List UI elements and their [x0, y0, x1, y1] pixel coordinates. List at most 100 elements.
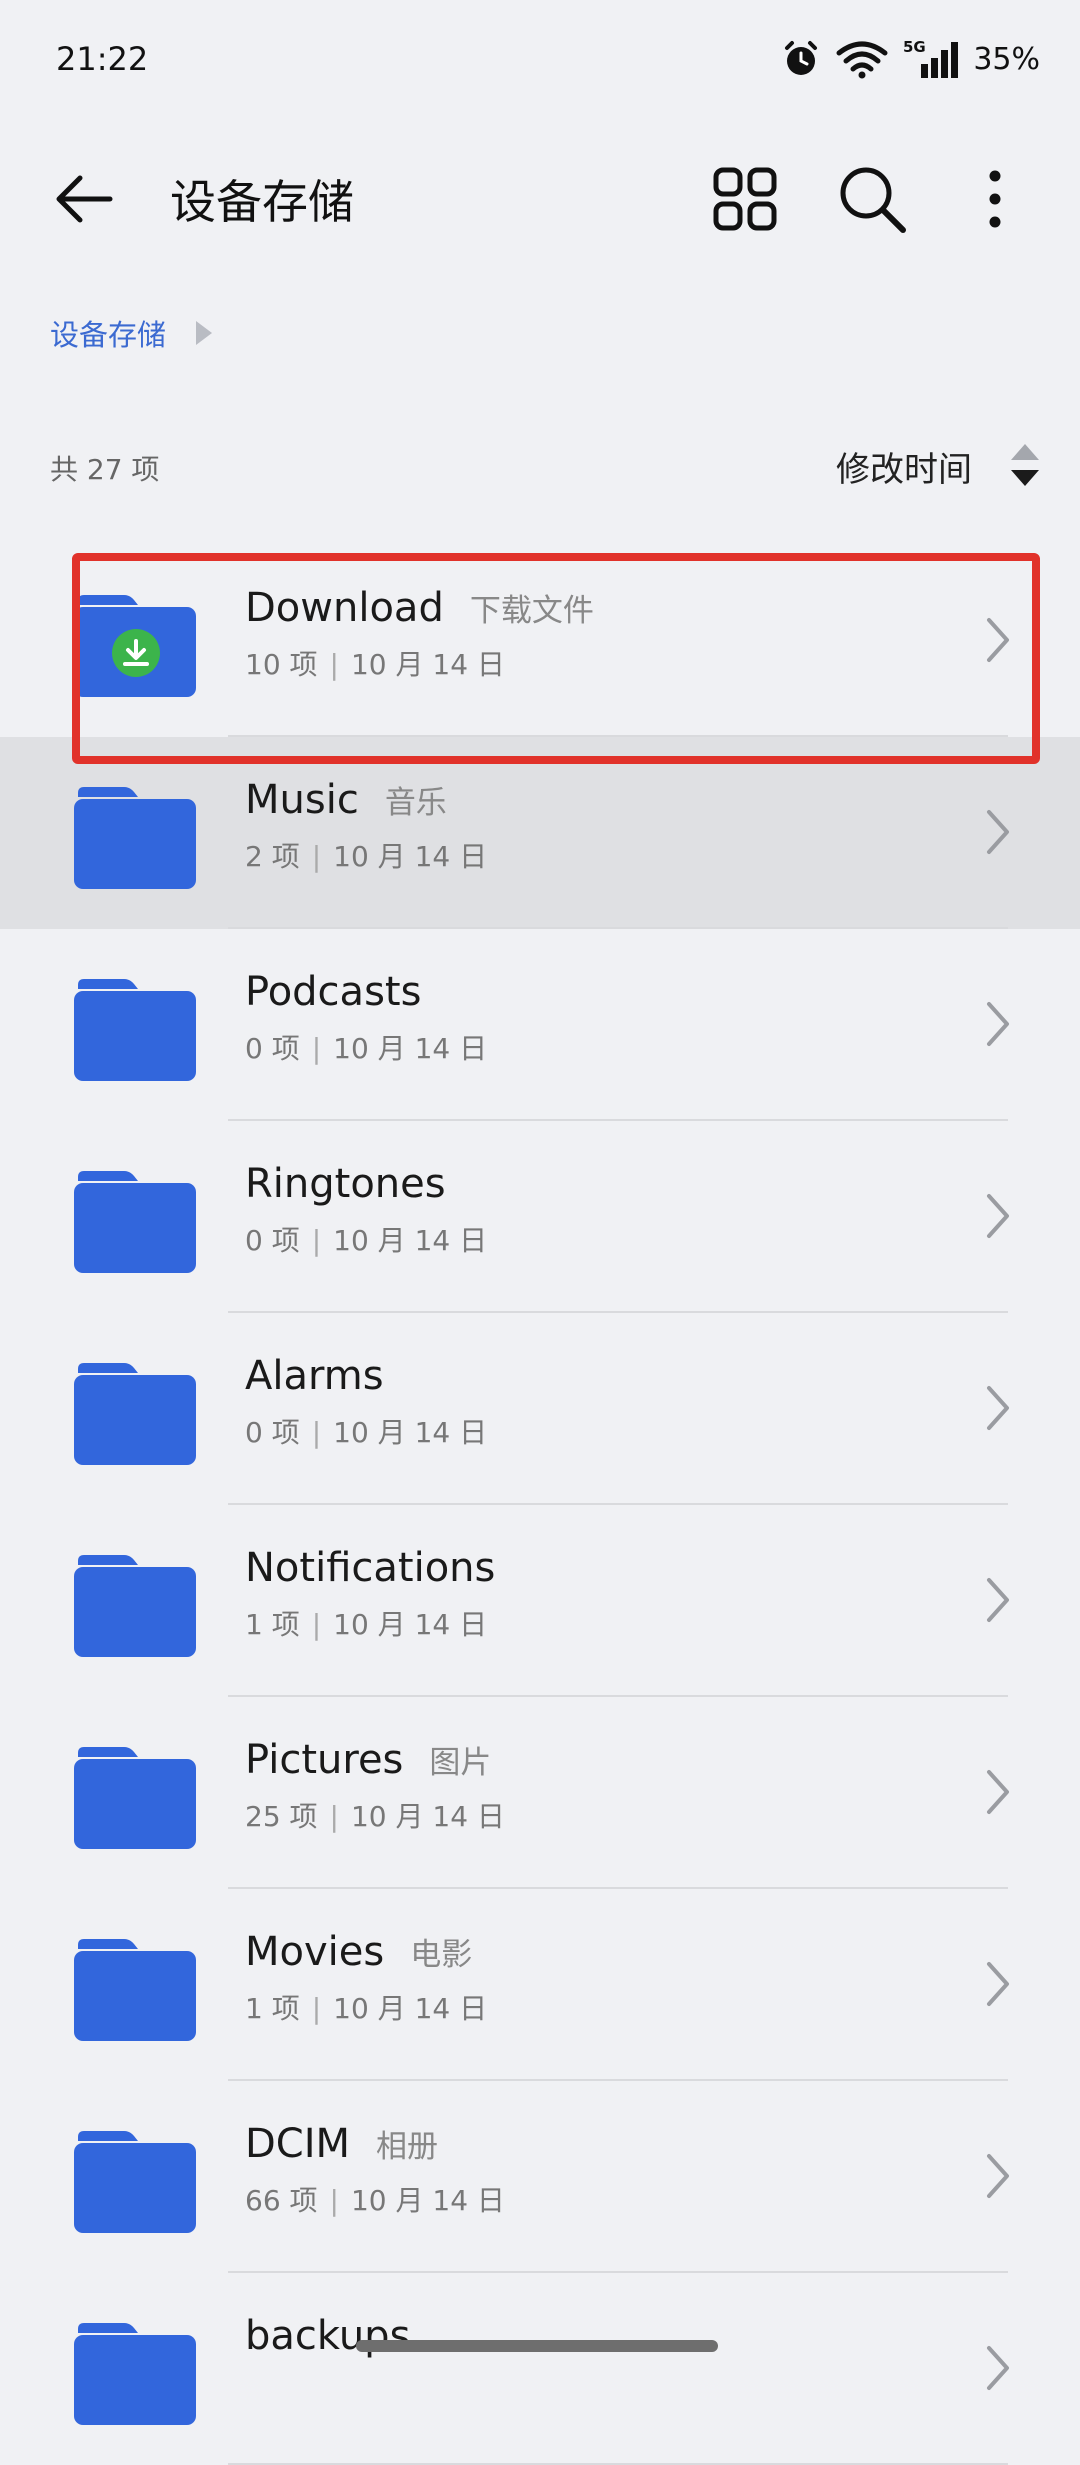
- chevron-right-icon: [987, 1002, 1009, 1046]
- file-list: Download 下载文件 10 项 | 10 月 14 日 Music 音乐 2 项 | 10 …: [0, 545, 1080, 2465]
- folder-date: 10 月 14 日: [333, 1224, 488, 1257]
- folder-date: 10 月 14 日: [350, 1800, 505, 1833]
- search-icon[interactable]: [835, 162, 909, 236]
- folder-row-notifications[interactable]: Notifications 1 项 | 10 月 14 日: [0, 1505, 1080, 1697]
- folder-text: Music 音乐 2 项 | 10 月 14 日: [245, 777, 487, 875]
- folder-item-count: 0 项: [245, 1416, 300, 1449]
- highlight-frame: [72, 553, 1040, 764]
- folder-name: backups: [245, 2313, 411, 2359]
- folder-text: Notifications 1 项 | 10 月 14 日: [245, 1545, 521, 1643]
- wifi-icon: [836, 41, 888, 79]
- folder-item-count: 25 项: [245, 1800, 318, 1833]
- folder-meta: 0 项 | 10 月 14 日: [245, 1219, 487, 1259]
- folder-row-music[interactable]: Music 音乐 2 项 | 10 月 14 日: [0, 737, 1080, 929]
- chevron-right-icon: [987, 2346, 1009, 2390]
- network-label: 5G: [903, 38, 926, 56]
- folder-alias: 音乐: [384, 785, 447, 821]
- folder-row-dcim[interactable]: DCIM 相册 66 项 | 10 月 14 日: [0, 2081, 1080, 2273]
- home-indicator[interactable]: [356, 2340, 718, 2352]
- folder-row-ringtones[interactable]: Ringtones 0 项 | 10 月 14 日: [0, 1121, 1080, 1313]
- folder-name: DCIM: [245, 2121, 351, 2167]
- folder-row-movies[interactable]: Movies 电影 1 项 | 10 月 14 日: [0, 1889, 1080, 2081]
- folder-icon: [74, 1363, 196, 1465]
- page-title: 设备存储: [170, 175, 354, 229]
- chevron-right-icon: [987, 1578, 1009, 1622]
- folder-meta: 66 项 | 10 月 14 日: [245, 2179, 505, 2219]
- breadcrumb: 设备存储: [50, 312, 214, 354]
- folder-icon: [74, 1747, 196, 1849]
- folder-text: backups: [245, 2313, 436, 2359]
- folder-icon: [74, 979, 196, 1081]
- folder-date: 10 月 14 日: [350, 2184, 505, 2217]
- folder-name: Alarms: [245, 1353, 384, 1399]
- breadcrumb-item-device-storage[interactable]: 设备存储: [50, 312, 166, 354]
- sort-order-icon[interactable]: [1008, 440, 1042, 490]
- signal-5g-icon: 5G: [903, 38, 959, 78]
- folder-icon: [74, 2131, 196, 2233]
- chevron-right-icon: [987, 2154, 1009, 2198]
- meta-separator: |: [311, 1608, 322, 1641]
- folder-date: 10 月 14 日: [333, 1608, 488, 1641]
- list-header: 共 27 项 修改时间: [0, 440, 1080, 500]
- folder-row-pictures[interactable]: Pictures 图片 25 项 | 10 月 14 日: [0, 1697, 1080, 1889]
- folder-row-alarms[interactable]: Alarms 0 项 | 10 月 14 日: [0, 1313, 1080, 1505]
- toolbar: 设备存储: [0, 140, 1080, 250]
- folder-alias: 图片: [429, 1745, 492, 1781]
- folder-icon: [74, 1171, 196, 1273]
- folder-name: Podcasts: [245, 969, 422, 1015]
- meta-separator: |: [311, 1032, 322, 1065]
- status-icons: 5G 35%: [781, 38, 1040, 80]
- battery-level: 35%: [973, 41, 1040, 77]
- folder-name: Notifications: [245, 1545, 496, 1591]
- folder-date: 10 月 14 日: [333, 840, 488, 873]
- folder-item-count: 2 项: [245, 840, 300, 873]
- chevron-right-icon: [987, 1770, 1009, 1814]
- folder-text: DCIM 相册 66 项 | 10 月 14 日: [245, 2121, 505, 2219]
- item-count: 共 27 项: [50, 453, 160, 486]
- chevron-right-icon: [987, 1962, 1009, 2006]
- grid-view-icon[interactable]: [710, 164, 780, 234]
- folder-meta: 1 项 | 10 月 14 日: [245, 1603, 521, 1643]
- folder-item-count: 1 项: [245, 1992, 300, 2025]
- folder-date: 10 月 14 日: [333, 1992, 488, 2025]
- meta-separator: |: [311, 1992, 322, 2025]
- folder-text: Podcasts 0 项 | 10 月 14 日: [245, 969, 487, 1067]
- folder-meta: 2 项 | 10 月 14 日: [245, 835, 487, 875]
- folder-item-count: 0 项: [245, 1032, 300, 1065]
- folder-icon: [74, 2323, 196, 2425]
- folder-alias: 相册: [376, 2129, 439, 2165]
- folder-date: 10 月 14 日: [333, 1032, 488, 1065]
- alarm-icon: [785, 41, 818, 75]
- folder-text: Pictures 图片 25 项 | 10 月 14 日: [245, 1737, 505, 1835]
- folder-date: 10 月 14 日: [333, 1416, 488, 1449]
- folder-text: Alarms 0 项 | 10 月 14 日: [245, 1353, 487, 1451]
- folder-name: Pictures: [245, 1737, 404, 1783]
- folder-name: Music: [245, 777, 359, 823]
- status-time: 21:22: [56, 40, 149, 78]
- folder-meta: 1 项 | 10 月 14 日: [245, 1987, 487, 2027]
- meta-separator: |: [311, 1416, 322, 1449]
- chevron-right-icon: [987, 1386, 1009, 1430]
- folder-item-count: 0 项: [245, 1224, 300, 1257]
- chevron-right-icon: [987, 810, 1009, 854]
- folder-item-count: 66 项: [245, 2184, 318, 2217]
- sort-button[interactable]: 修改时间: [836, 442, 972, 491]
- folder-meta: 0 项 | 10 月 14 日: [245, 1027, 487, 1067]
- folder-name: Movies: [245, 1929, 385, 1975]
- folder-icon: [74, 787, 196, 889]
- meta-separator: |: [311, 1224, 322, 1257]
- folder-alias: 电影: [410, 1937, 473, 1973]
- folder-meta: 0 项 | 10 月 14 日: [245, 1411, 487, 1451]
- back-arrow-icon[interactable]: [50, 164, 120, 234]
- more-options-icon[interactable]: [975, 162, 1015, 236]
- breadcrumb-arrow-icon: [196, 321, 213, 345]
- folder-name: Ringtones: [245, 1161, 446, 1207]
- status-bar: 21:22 5G 35%: [0, 0, 1080, 120]
- folder-row-backups[interactable]: backups: [0, 2273, 1080, 2465]
- meta-separator: |: [329, 1800, 339, 1833]
- folder-item-count: 1 项: [245, 1608, 300, 1641]
- folder-text: Movies 电影 1 项 | 10 月 14 日: [245, 1929, 487, 2027]
- meta-separator: |: [329, 2184, 339, 2217]
- folder-text: Ringtones 0 项 | 10 月 14 日: [245, 1161, 487, 1259]
- folder-row-podcasts[interactable]: Podcasts 0 项 | 10 月 14 日: [0, 929, 1080, 1121]
